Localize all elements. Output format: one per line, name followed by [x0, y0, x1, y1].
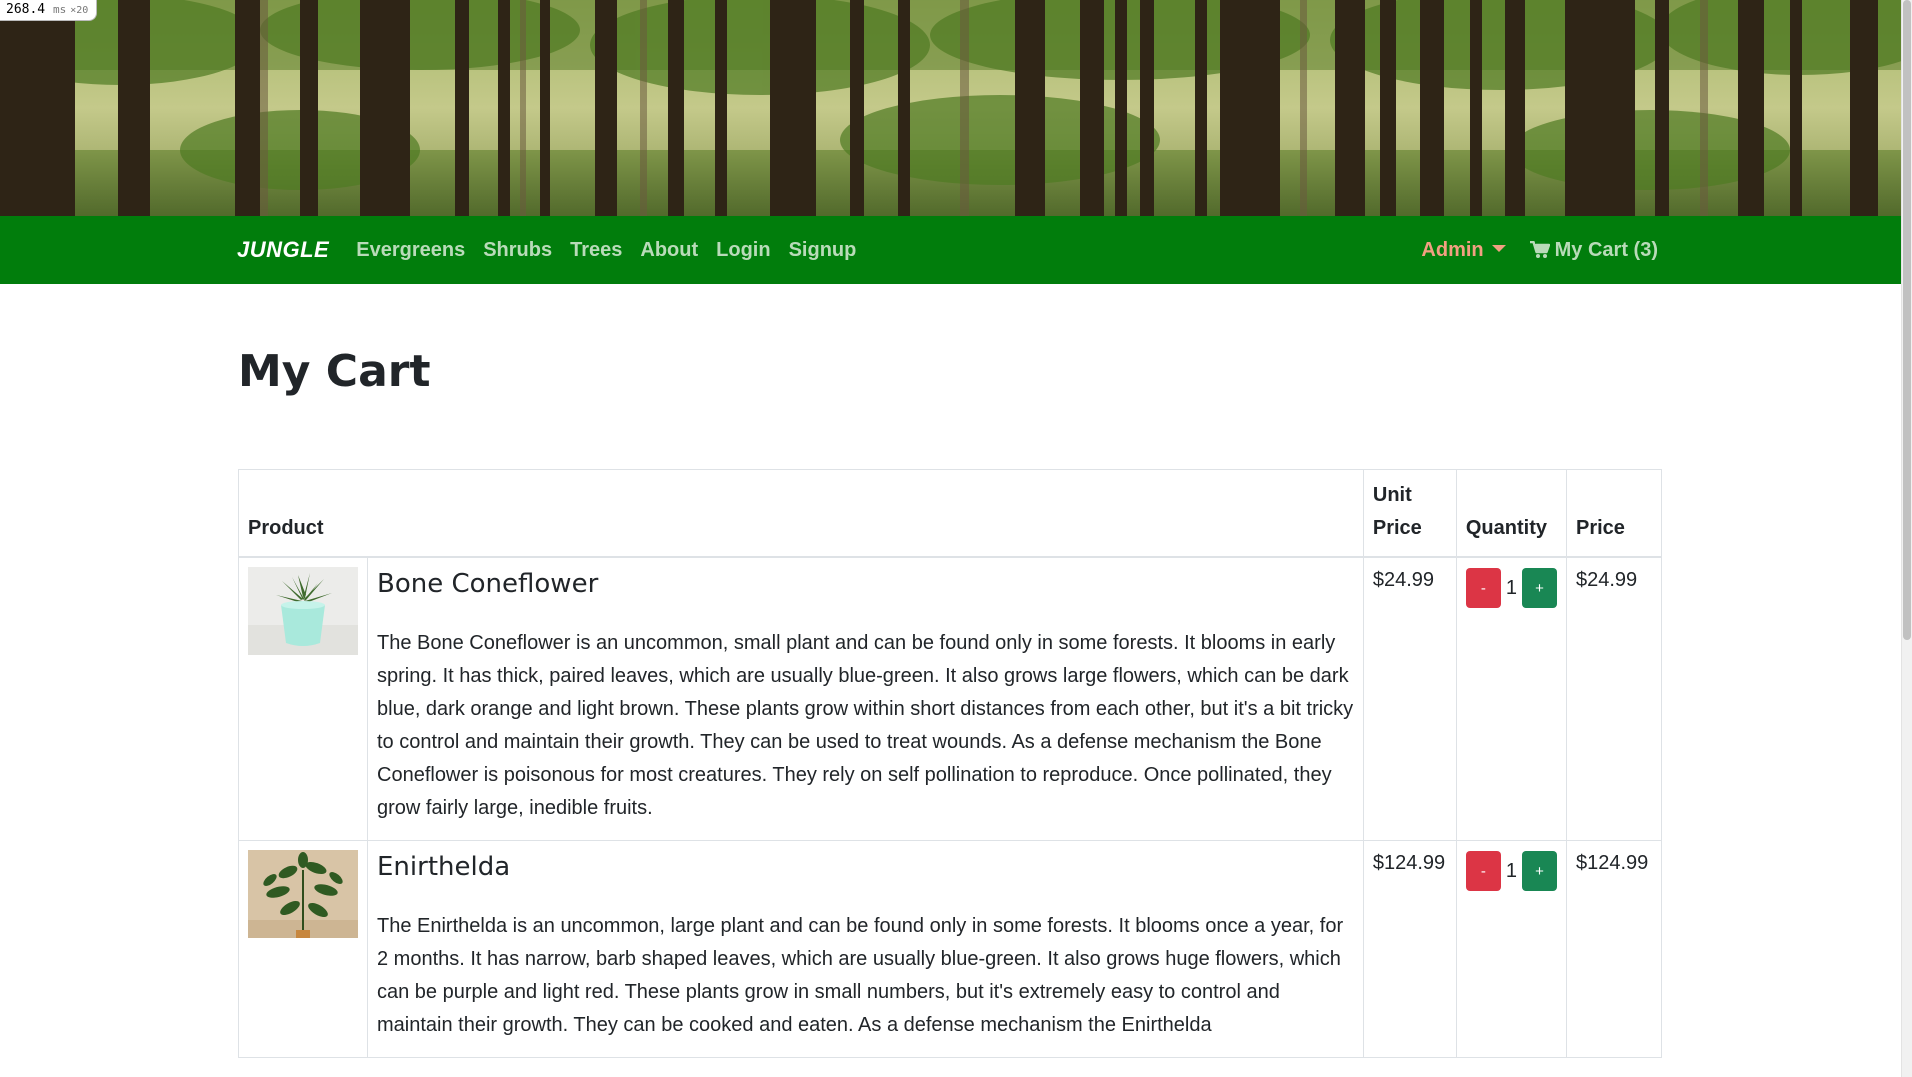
product-name: Bone Coneflower: [377, 569, 599, 599]
cart-table: Product Unit Price Quantity Price Bone C…: [238, 469, 1662, 1058]
price-cell: $24.99: [1566, 556, 1662, 841]
price-cell: $124.99: [1566, 840, 1662, 1058]
quantity-cell: - 1 +: [1455, 556, 1568, 841]
perf-unit: ms: [52, 3, 67, 16]
navbar-inner: JUNGLE Evergreens Shrubs Trees About Log…: [237, 216, 1658, 284]
nav-link-evergreens[interactable]: Evergreens: [356, 239, 465, 262]
header-price: Price: [1566, 469, 1662, 558]
decrease-quantity-button[interactable]: -: [1465, 851, 1501, 891]
nav-link-shrubs[interactable]: Shrubs: [483, 239, 552, 262]
product-image-cell: [238, 840, 368, 1058]
perf-badge: 268.4 ms ×20: [0, 0, 98, 21]
leafy-plant-image: [248, 850, 358, 938]
perf-multiplier: ×20: [70, 5, 89, 16]
brand-logo[interactable]: JUNGLE: [237, 237, 329, 263]
header-unit-price: Unit Price: [1362, 469, 1457, 558]
scrollbar-thumb[interactable]: [1903, 0, 1911, 640]
nav-link-signup[interactable]: Signup: [789, 239, 857, 262]
unit-price: $124.99: [1372, 852, 1446, 874]
product-image-cell: [238, 556, 368, 841]
table-row: Bone Coneflower The Bone Coneflower is a…: [238, 556, 1662, 841]
increase-quantity-button[interactable]: +: [1522, 851, 1557, 891]
product-info-cell: Enirthelda The Enirthelda is an uncommon…: [367, 840, 1364, 1058]
shopping-cart-icon: [1529, 241, 1550, 258]
product-description: The Bone Coneflower is an uncommon, smal…: [377, 632, 1354, 819]
table-row: Enirthelda The Enirthelda is an uncommon…: [238, 840, 1662, 1058]
product-info-cell: Bone Coneflower The Bone Coneflower is a…: [367, 556, 1364, 841]
admin-label: Admin: [1421, 238, 1484, 261]
hero-banner: [0, 0, 1902, 216]
navbar: JUNGLE Evergreens Shrubs Trees About Log…: [0, 216, 1902, 284]
caret-down-icon: [1491, 244, 1506, 252]
line-price: $24.99: [1576, 569, 1638, 591]
header-product: Product: [238, 469, 1364, 558]
quantity-value: 1: [1505, 576, 1517, 599]
quantity-stepper: - 1 +: [1465, 851, 1557, 891]
page-title: My Cart: [238, 346, 431, 397]
my-cart-label: My Cart (3): [1554, 238, 1658, 261]
table-header-row: Product Unit Price Quantity Price: [238, 469, 1662, 558]
perf-value: 268.4: [6, 2, 46, 17]
page-scrollbar[interactable]: [1901, 0, 1912, 1077]
nav-link-trees[interactable]: Trees: [570, 239, 622, 262]
nav-link-login[interactable]: Login: [716, 239, 770, 262]
forest-image: [0, 0, 1902, 216]
page: 268.4 ms ×20 JUNGLE Evergreens Shrubs Tr…: [0, 0, 1912, 1077]
product-name: Enirthelda: [377, 852, 511, 882]
navbar-right: Admin My Cart (3): [1421, 239, 1658, 262]
unit-price-cell: $24.99: [1362, 556, 1457, 841]
quantity-value: 1: [1505, 859, 1517, 882]
unit-price-cell: $124.99: [1362, 840, 1457, 1058]
quantity-cell: - 1 +: [1455, 840, 1568, 1058]
decrease-quantity-button[interactable]: -: [1465, 568, 1501, 608]
product-description: The Enirthelda is an uncommon, large pla…: [377, 915, 1344, 1036]
potted-succulent-image: [248, 567, 358, 655]
nav-link-about[interactable]: About: [640, 239, 698, 262]
unit-price: $24.99: [1372, 569, 1435, 591]
line-price: $124.99: [1576, 852, 1649, 874]
my-cart-link[interactable]: My Cart (3): [1529, 238, 1658, 262]
admin-dropdown[interactable]: Admin: [1421, 238, 1506, 262]
increase-quantity-button[interactable]: +: [1522, 568, 1557, 608]
header-quantity: Quantity: [1455, 469, 1568, 558]
quantity-stepper: - 1 +: [1465, 568, 1557, 608]
